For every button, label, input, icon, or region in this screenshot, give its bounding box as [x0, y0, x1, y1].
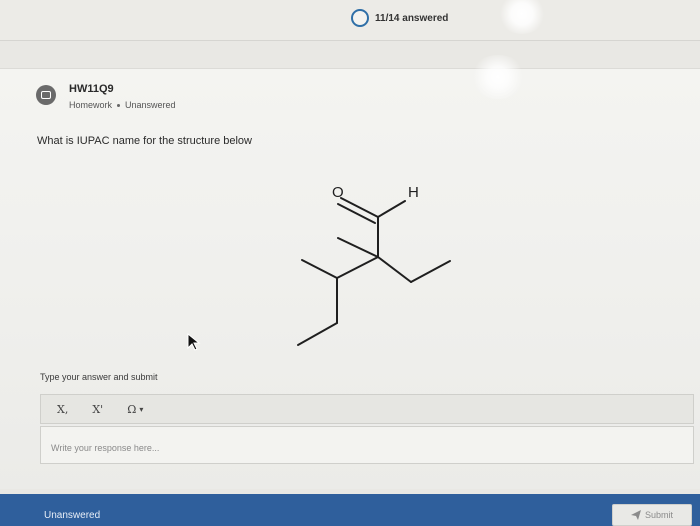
footer-status: Unanswered [44, 510, 101, 521]
hydrogen-label: H [408, 184, 419, 201]
separator-dot [117, 103, 121, 107]
question-icon [36, 85, 56, 105]
editor-toolbar: X, X' Ω ▾ [40, 394, 694, 424]
progress-indicator[interactable]: 11/14 answered [351, 9, 448, 27]
mouse-cursor-icon [187, 332, 201, 351]
send-icon [630, 510, 641, 520]
question-title: HW11Q9 [69, 83, 114, 95]
submit-button[interactable]: Submit [612, 504, 692, 526]
chevron-down-icon: ▾ [139, 404, 144, 414]
chemical-structure: O H [297, 184, 451, 346]
top-bar [0, 0, 700, 41]
superscript-button[interactable]: X' [92, 403, 103, 416]
question-meta: Homework Unanswered [69, 100, 176, 110]
progress-ring-icon [351, 9, 369, 27]
screen-glare [470, 55, 526, 99]
special-characters-button[interactable]: Ω ▾ [127, 403, 143, 416]
footer-bar [0, 494, 700, 526]
omega-icon: Ω [127, 402, 137, 416]
answer-instruction: Type your answer and submit [40, 372, 158, 382]
response-input[interactable]: Write your response here... [40, 426, 694, 464]
oxygen-label: O [332, 184, 344, 201]
question-status: Unanswered [125, 100, 176, 110]
subscript-button[interactable]: X, [57, 403, 68, 416]
progress-text: 11/14 answered [375, 12, 449, 24]
question-type: Homework [69, 100, 113, 110]
question-prompt: What is IUPAC name for the structure bel… [37, 135, 252, 147]
submit-label: Submit [644, 510, 673, 520]
